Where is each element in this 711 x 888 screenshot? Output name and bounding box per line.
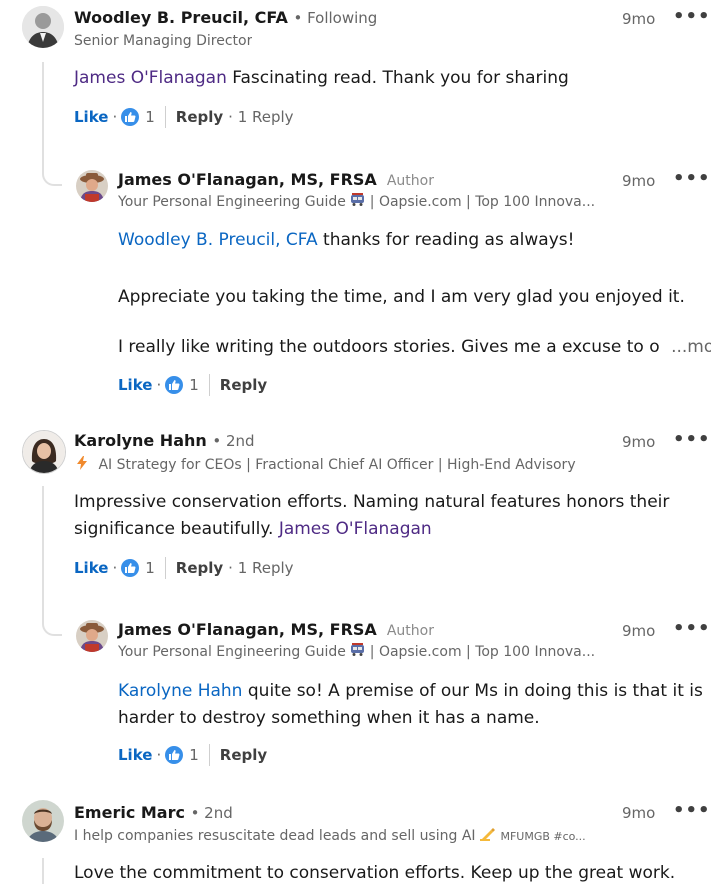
like-reaction-icon[interactable] [121,559,140,577]
comment-body: harder to destroy something when it has … [118,708,540,728]
timestamp: 9mo [622,172,656,190]
connection-degree: • 2nd [212,432,255,450]
commenter-name[interactable]: Woodley B. Preucil, CFA • Following [74,8,377,27]
thread-line [42,858,44,884]
divider [164,557,166,579]
timestamp: 9mo [622,622,656,640]
headline-text: I help companies resuscitate dead leads … [74,828,476,844]
comment-actions: Like · 1 Reply · 1 Reply [74,106,294,128]
separator-dot: · [156,746,162,764]
reply-button[interactable]: Reply [220,746,267,764]
comment-body: Impressive conservation efforts. Naming … [74,492,670,512]
commenter-name-text[interactable]: Karolyne Hahn [74,431,207,450]
commenter-name[interactable]: James O'Flanagan, MS, FRSA Author [118,620,434,639]
ellipsis-icon[interactable]: ••• [673,168,711,189]
separator-dot: · [112,108,118,126]
comment-text: Karolyne Hahn quite so! A premise of our… [118,676,703,706]
commenter-headline: Senior Managing Director [74,33,253,49]
reply-count[interactable]: · 1 Reply [228,108,293,126]
separator-dot: · [156,376,162,394]
timestamp: 9mo [622,804,656,822]
avatar[interactable] [22,800,64,842]
headline-text: AI Strategy for CEOs | Fractional Chief … [98,457,576,473]
reply-button[interactable]: Reply [176,559,223,577]
commenter-name-text[interactable]: Woodley B. Preucil, CFA [74,8,288,27]
commenter-headline: AI Strategy for CEOs | Fractional Chief … [76,456,576,474]
train-icon [350,643,365,661]
commenter-name-text[interactable]: Emeric Marc [74,803,185,822]
like-reaction-icon[interactable] [165,376,184,394]
like-reaction-icon[interactable] [165,746,184,764]
headline-text: Your Personal Engineering Guide [118,644,346,660]
comment-text: James O'Flanagan Fascinating read. Thank… [74,63,569,93]
thread-line [42,62,44,172]
like-button[interactable]: Like [74,559,108,577]
comment-body: Fascinating read. Thank you for sharing [226,68,569,88]
commenter-headline: Your Personal Engineering Guide | Oapsie… [118,193,618,211]
author-badge: Author [386,173,434,189]
see-more-link[interactable]: ...more [671,337,711,357]
mention-link[interactable]: James O'Flanagan [279,519,432,539]
commenter-name-text[interactable]: James O'Flanagan, MS, FRSA [118,170,377,189]
commenter-name[interactable]: James O'Flanagan, MS, FRSA Author [118,170,434,189]
thread-connector [42,620,62,636]
headline-text: | Oapsie.com | Top 100 Innova... [369,194,596,210]
commenter-name[interactable]: Karolyne Hahn • 2nd [74,431,255,450]
separator-dot: · [112,559,118,577]
divider [208,374,210,396]
comment-body: quite so! A premise of our Ms in doing t… [242,681,703,701]
reaction-count[interactable]: 1 [189,746,199,764]
avatar[interactable] [22,430,66,474]
avatar[interactable] [22,6,64,48]
connection-degree: • Following [293,9,378,27]
mention-link[interactable]: James O'Flanagan [74,68,227,88]
divider [208,744,210,766]
avatar[interactable] [76,620,108,652]
reply-count[interactable]: · 1 Reply [228,559,293,577]
reaction-count[interactable]: 1 [145,108,155,126]
comment-text: I really like writing the outdoors stori… [118,332,711,362]
train-icon [350,193,365,211]
avatar[interactable] [76,170,108,202]
comment-text: significance beautifully. James O'Flanag… [74,514,432,544]
comment-body: thanks for reading as always! [317,230,575,250]
headline-text: | Oapsie.com | Top 100 Innova... [369,644,596,660]
connection-degree: • 2nd [190,804,233,822]
comment-body: significance beautifully. [74,519,279,539]
comment-body: Appreciate you taking the time, and I am… [118,287,685,307]
comment-actions: Like · 1 Reply [118,744,267,766]
divider [164,106,166,128]
reply-button[interactable]: Reply [176,108,223,126]
mention-link[interactable]: Karolyne Hahn [118,681,242,701]
timestamp: 9mo [622,10,656,28]
timestamp: 9mo [622,433,656,451]
comment-text: Woodley B. Preucil, CFA thanks for readi… [118,225,574,255]
headline-text: MFUMGB #co... [500,830,586,843]
like-button[interactable]: Like [118,746,152,764]
comment-actions: Like · 1 Reply · 1 Reply [74,557,294,579]
reply-button[interactable]: Reply [220,376,267,394]
headline-text: Your Personal Engineering Guide [118,194,346,210]
commenter-name[interactable]: Emeric Marc • 2nd [74,803,233,822]
like-button[interactable]: Like [74,108,108,126]
thread-connector [42,170,62,186]
ellipsis-icon[interactable]: ••• [673,429,711,450]
lightning-icon [76,456,88,474]
commenter-name-text[interactable]: James O'Flanagan, MS, FRSA [118,620,377,639]
like-button[interactable]: Like [118,376,152,394]
ellipsis-icon[interactable]: ••• [673,800,711,821]
thread-line [42,486,44,622]
comment-body: I really like writing the outdoors stori… [118,337,660,357]
ellipsis-icon[interactable]: ••• [673,6,711,27]
mention-link[interactable]: Woodley B. Preucil, CFA [118,230,318,250]
comment-actions: Like · 1 Reply [118,374,267,396]
ellipsis-icon[interactable]: ••• [673,618,711,639]
reaction-count[interactable]: 1 [145,559,155,577]
commenter-headline: Your Personal Engineering Guide | Oapsie… [118,643,618,661]
writing-hand-icon [480,827,496,845]
like-reaction-icon[interactable] [121,108,140,126]
reaction-count[interactable]: 1 [189,376,199,394]
commenter-headline: I help companies resuscitate dead leads … [74,827,634,845]
author-badge: Author [386,623,434,639]
